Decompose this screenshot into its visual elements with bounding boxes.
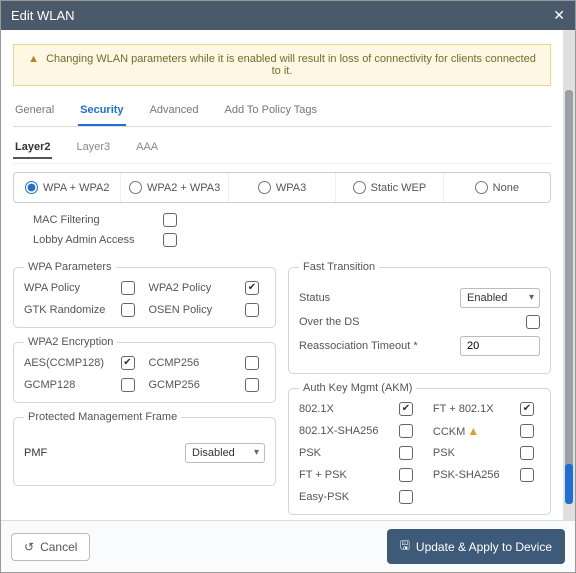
- osen-policy-checkbox[interactable]: [245, 303, 259, 317]
- radio-wpa-wpa2[interactable]: WPA + WPA2: [14, 173, 121, 202]
- edit-wlan-dialog: Edit WLAN ✕ ▲ Changing WLAN parameters w…: [0, 0, 576, 573]
- fast-transition-legend: Fast Transition: [299, 261, 379, 273]
- wpa2-policy-checkbox[interactable]: [245, 281, 259, 295]
- pmf-select[interactable]: Disabled: [185, 443, 265, 463]
- revert-icon: [24, 540, 34, 554]
- akm-legend: Auth Key Mgmt (AKM): [299, 382, 416, 394]
- akm-easy-psk-label: Easy-PSK: [299, 491, 385, 503]
- mac-filtering-checkbox[interactable]: [163, 213, 177, 227]
- wpa-policy-checkbox[interactable]: [121, 281, 135, 295]
- reassoc-timeout-label: Reassociation Timeout *: [299, 340, 418, 352]
- tab-general[interactable]: General: [13, 98, 56, 126]
- save-icon: 🖫: [400, 536, 410, 557]
- dialog-body: ▲ Changing WLAN parameters while it is e…: [1, 30, 575, 520]
- akm-8021x-sha256-checkbox[interactable]: [399, 424, 413, 438]
- subtab-aaa[interactable]: AAA: [134, 137, 160, 159]
- lobby-admin-label: Lobby Admin Access: [33, 234, 153, 246]
- gcmp128-label: GCMP128: [24, 379, 113, 391]
- gcmp256-checkbox[interactable]: [245, 378, 259, 392]
- ft-status-label: Status: [299, 292, 330, 304]
- pmf-label: PMF: [24, 447, 47, 459]
- aes-ccmp128-checkbox[interactable]: [121, 356, 135, 370]
- radio-static-wep[interactable]: Static WEP: [336, 173, 443, 202]
- titlebar: Edit WLAN ✕: [1, 1, 575, 30]
- apply-button[interactable]: 🖫 Update & Apply to Device: [387, 529, 565, 564]
- gcmp128-checkbox[interactable]: [121, 378, 135, 392]
- wpa-policy-label: WPA Policy: [24, 282, 113, 294]
- akm-psk-checkbox[interactable]: [399, 446, 413, 460]
- fast-transition-group: Fast Transition Status Enabled Over the …: [288, 261, 551, 374]
- ccmp256-checkbox[interactable]: [245, 356, 259, 370]
- main-tabs: General Security Advanced Add To Policy …: [13, 98, 551, 127]
- akm-ft-8021x-label: FT + 802.1X: [433, 403, 506, 415]
- akm-psk-r-label: PSK: [433, 447, 506, 459]
- mac-filtering-label: MAC Filtering: [33, 214, 153, 226]
- warning-text: Changing WLAN parameters while it is ena…: [46, 53, 536, 77]
- akm-ft-8021x-checkbox[interactable]: [520, 402, 534, 416]
- cancel-button[interactable]: Cancel: [11, 533, 90, 561]
- scrollbar-accent[interactable]: [565, 464, 573, 504]
- lobby-admin-checkbox[interactable]: [163, 233, 177, 247]
- akm-psk-label: PSK: [299, 447, 385, 459]
- dialog-footer: Cancel 🖫 Update & Apply to Device: [1, 520, 575, 572]
- warning-icon: ▲: [467, 424, 479, 438]
- ccmp256-label: CCMP256: [149, 357, 238, 369]
- tab-security[interactable]: Security: [78, 98, 125, 126]
- security-mode-radio-group: WPA + WPA2 WPA2 + WPA3 WPA3 Static WEP N…: [13, 172, 551, 203]
- akm-8021x-label: 802.1X: [299, 403, 385, 415]
- wpa-parameters-group: WPA Parameters WPA Policy WPA2 Policy GT…: [13, 261, 276, 328]
- radio-wpa3[interactable]: WPA3: [229, 173, 336, 202]
- over-ds-checkbox[interactable]: [526, 315, 540, 329]
- close-icon[interactable]: ✕: [553, 7, 565, 24]
- gtk-randomize-label: GTK Randomize: [24, 304, 113, 316]
- akm-8021x-sha256-label: 802.1X-SHA256: [299, 425, 385, 437]
- gtk-randomize-checkbox[interactable]: [121, 303, 135, 317]
- wpa2-policy-label: WPA2 Policy: [149, 282, 238, 294]
- pmf-group: Protected Management Frame PMF Disabled: [13, 411, 276, 486]
- warning-banner: ▲ Changing WLAN parameters while it is e…: [13, 44, 551, 86]
- akm-easy-psk-checkbox[interactable]: [399, 490, 413, 504]
- wpa-parameters-legend: WPA Parameters: [24, 261, 116, 273]
- akm-psk-r-checkbox[interactable]: [520, 446, 534, 460]
- warning-icon: ▲: [28, 53, 39, 65]
- akm-group: Auth Key Mgmt (AKM) 802.1X FT + 802.1X 8…: [288, 382, 551, 515]
- scrollbar[interactable]: [563, 30, 575, 520]
- dialog-title: Edit WLAN: [11, 8, 75, 23]
- osen-policy-label: OSEN Policy: [149, 304, 238, 316]
- radio-wpa2-wpa3[interactable]: WPA2 + WPA3: [121, 173, 228, 202]
- aes-ccmp128-label: AES(CCMP128): [24, 357, 113, 369]
- ft-status-select[interactable]: Enabled: [460, 288, 540, 308]
- akm-ft-psk-label: FT + PSK: [299, 469, 385, 481]
- akm-8021x-checkbox[interactable]: [399, 402, 413, 416]
- tab-policy-tags[interactable]: Add To Policy Tags: [223, 98, 320, 126]
- wpa2-encryption-legend: WPA2 Encryption: [24, 336, 117, 348]
- reassoc-timeout-input[interactable]: [460, 336, 540, 356]
- subtab-layer2[interactable]: Layer2: [13, 137, 52, 159]
- akm-psk-sha256-checkbox[interactable]: [520, 468, 534, 482]
- tab-advanced[interactable]: Advanced: [148, 98, 201, 126]
- akm-ft-psk-checkbox[interactable]: [399, 468, 413, 482]
- akm-cckm-label: CCKM▲: [433, 424, 506, 438]
- pmf-legend: Protected Management Frame: [24, 411, 181, 423]
- scroll-area[interactable]: ▲ Changing WLAN parameters while it is e…: [1, 30, 563, 520]
- akm-cckm-checkbox[interactable]: [520, 424, 534, 438]
- akm-psk-sha256-label: PSK-SHA256: [433, 469, 506, 481]
- over-ds-label: Over the DS: [299, 316, 360, 328]
- wpa2-encryption-group: WPA2 Encryption AES(CCMP128) CCMP256 GCM…: [13, 336, 276, 403]
- gcmp256-label: GCMP256: [149, 379, 238, 391]
- security-subtabs: Layer2 Layer3 AAA: [13, 133, 551, 164]
- subtab-layer3[interactable]: Layer3: [74, 137, 112, 159]
- radio-none[interactable]: None: [444, 173, 550, 202]
- scrollbar-thumb[interactable]: [565, 90, 573, 470]
